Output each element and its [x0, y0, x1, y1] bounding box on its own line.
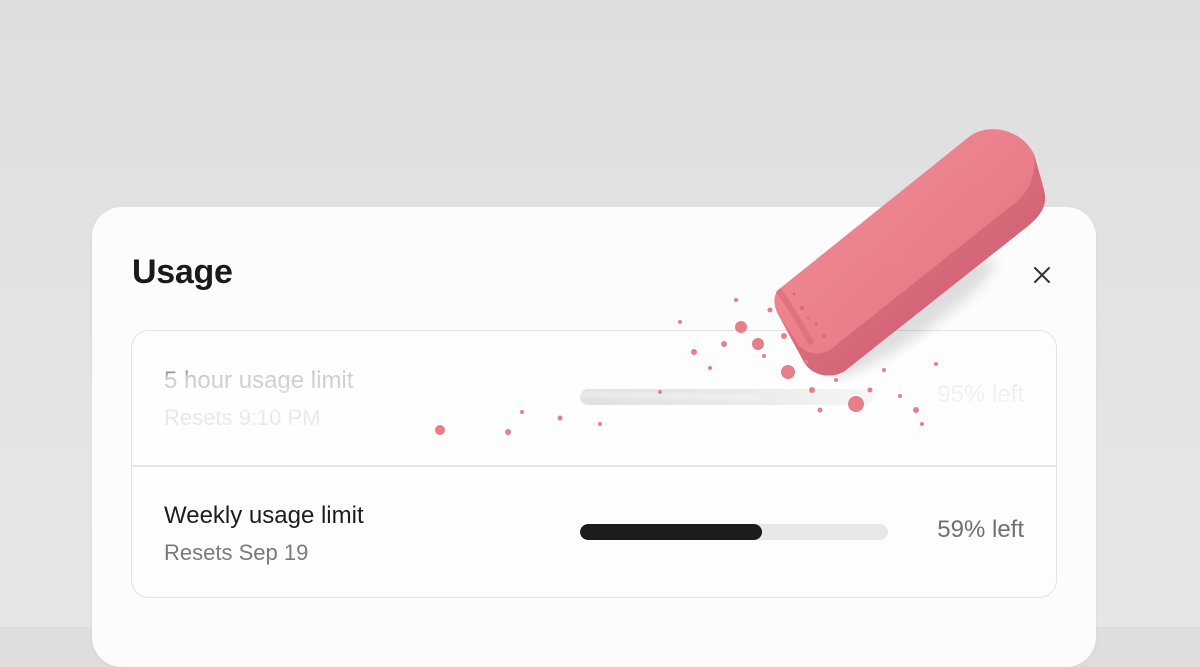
progress-bar [580, 524, 888, 540]
close-button[interactable] [1030, 263, 1054, 287]
progress-fill [580, 389, 873, 405]
limit-title: 5 hour usage limit [164, 367, 354, 394]
progress-fill [580, 524, 762, 540]
dialog-title: Usage [132, 253, 233, 291]
limit-reset-time: Resets Sep 19 [164, 540, 309, 565]
usage-limit-row-5-hour: 5 hour usage limit Resets 9:10 PM 95% le… [132, 331, 1056, 463]
remaining-percent: 95% left [937, 381, 1024, 408]
remaining-percent: 59% left [937, 516, 1024, 543]
progress-bar [580, 389, 888, 405]
usage-limit-row-weekly: Weekly usage limit Resets Sep 19 59% lef… [132, 466, 1056, 597]
usage-limits-card: 5 hour usage limit Resets 9:10 PM 95% le… [131, 330, 1057, 598]
usage-dialog: Usage 5 hour usage limit Resets 9:10 PM … [92, 207, 1096, 667]
close-icon [1034, 267, 1050, 283]
limit-title: Weekly usage limit [164, 502, 364, 529]
limit-reset-time: Resets 9:10 PM [164, 405, 321, 430]
